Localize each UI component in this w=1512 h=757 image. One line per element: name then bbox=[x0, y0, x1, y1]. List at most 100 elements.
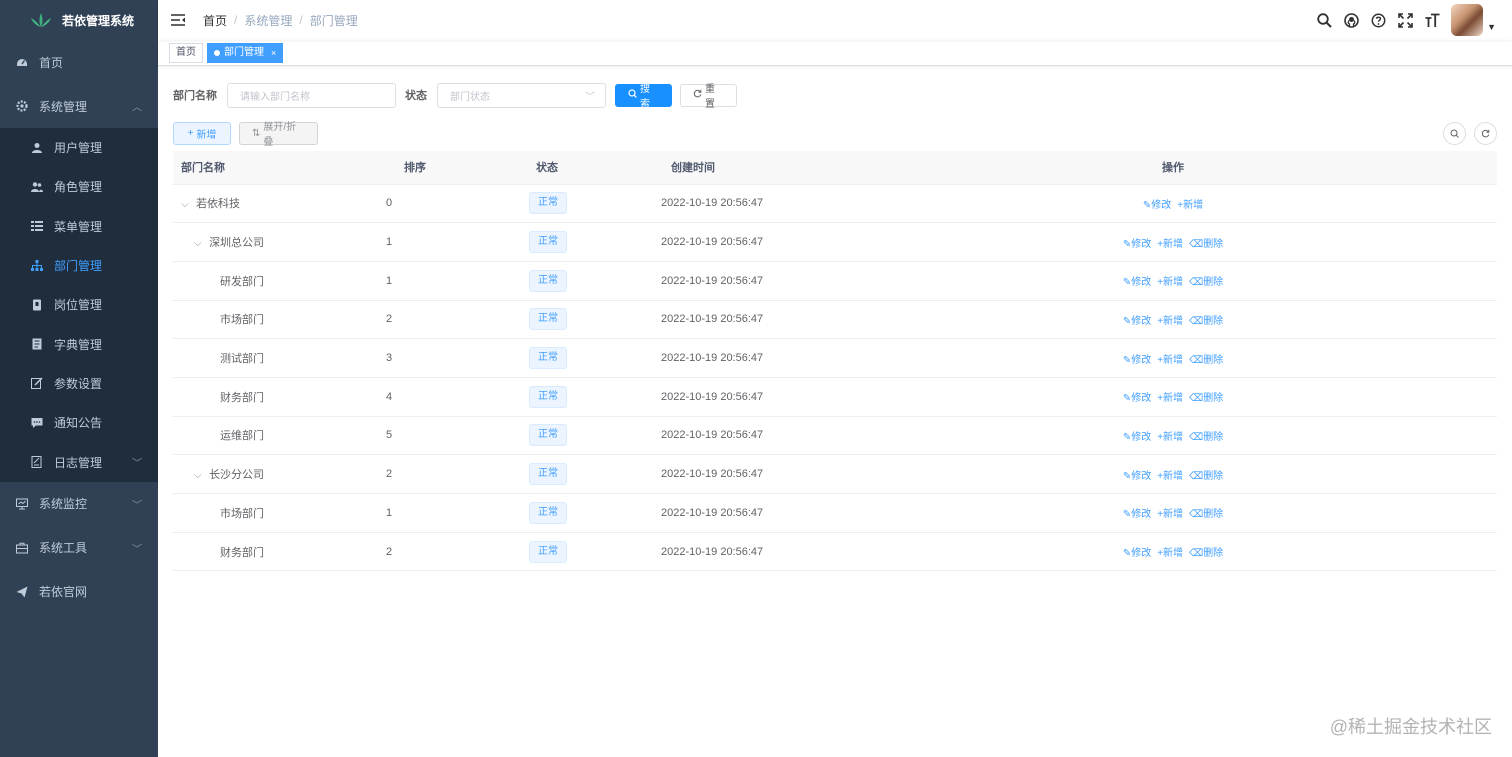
row-delete-button[interactable]: ⌫删除 bbox=[1189, 316, 1223, 327]
expand-arrow-icon[interactable]: ⌵ bbox=[194, 238, 206, 249]
sidebar-item-monitor[interactable]: 系统监控 ﹀ bbox=[0, 482, 158, 526]
close-icon[interactable]: × bbox=[271, 44, 276, 62]
table-row[interactable]: 测试部门 3 正常 2022-10-19 20:56:47 ✎修改 +新增 ⌫删除 bbox=[173, 338, 1497, 378]
row-delete-button[interactable]: ⌫删除 bbox=[1189, 471, 1223, 482]
row-delete-button[interactable]: ⌫删除 bbox=[1189, 509, 1223, 520]
table-row[interactable]: 市场部门 2 正常 2022-10-19 20:56:47 ✎修改 +新增 ⌫删除 bbox=[173, 300, 1497, 340]
row-add-button[interactable]: +新增 bbox=[1157, 355, 1183, 366]
row-add-button[interactable]: +新增 bbox=[1157, 509, 1183, 520]
search-button[interactable]: 搜索 bbox=[615, 83, 672, 110]
op-label: 新增 bbox=[1163, 238, 1184, 250]
expand-arrow-icon[interactable]: ⌵ bbox=[181, 199, 193, 210]
row-delete-button[interactable]: ⌫删除 bbox=[1189, 239, 1223, 250]
refresh-icon bbox=[1481, 129, 1490, 138]
reset-button[interactable]: 重置 bbox=[680, 83, 737, 110]
tag-dept[interactable]: 部门管理 × bbox=[207, 42, 284, 63]
add-button[interactable]: + 新增 bbox=[173, 121, 231, 145]
cell-status: 正常 bbox=[499, 261, 599, 301]
sidebar-item-notice[interactable]: 通知公告 bbox=[0, 403, 158, 442]
row-add-button[interactable]: +新增 bbox=[1157, 393, 1183, 404]
tag-home[interactable]: 首页 bbox=[169, 42, 203, 63]
row-add-button[interactable]: +新增 bbox=[1157, 239, 1183, 250]
github-icon[interactable] bbox=[1342, 11, 1360, 29]
row-edit-button[interactable]: ✎修改 bbox=[1123, 548, 1151, 559]
table-row[interactable]: 财务部门 2 正常 2022-10-19 20:56:47 ✎修改 +新增 ⌫删除 bbox=[173, 532, 1497, 572]
sidebar-item-roles[interactable]: 角色管理 bbox=[0, 167, 158, 206]
sidebar-item-tools[interactable]: 系统工具 ﹀ bbox=[0, 526, 158, 570]
table-body: ⌵ 若依科技 0 正常 2022-10-19 20:56:47 ✎修改 +新增 ⌵ 深圳总公… bbox=[173, 184, 1497, 572]
table-row[interactable]: 财务部门 4 正常 2022-10-19 20:56:47 ✎修改 +新增 ⌫删除 bbox=[173, 377, 1497, 417]
row-edit-button[interactable]: ✎修改 bbox=[1123, 355, 1151, 366]
sidebar-item-system[interactable]: 系统管理 ︿ bbox=[0, 84, 158, 128]
dept-name: 长沙分公司 bbox=[209, 469, 265, 482]
caret-down-icon[interactable]: ▼ bbox=[1487, 22, 1496, 32]
row-edit-button[interactable]: ✎修改 bbox=[1143, 200, 1171, 211]
status-badge: 正常 bbox=[529, 347, 567, 370]
toggle-search-button[interactable] bbox=[1443, 122, 1466, 145]
sidebar-item-dict[interactable]: 字典管理 bbox=[0, 324, 158, 363]
table-row[interactable]: 市场部门 1 正常 2022-10-19 20:56:47 ✎修改 +新增 ⌫删除 bbox=[173, 493, 1497, 533]
row-delete-button[interactable]: ⌫删除 bbox=[1189, 393, 1223, 404]
refresh-button[interactable] bbox=[1474, 122, 1497, 145]
logo[interactable]: 若依管理系统 bbox=[0, 0, 158, 40]
row-delete-button[interactable]: ⌫删除 bbox=[1189, 277, 1223, 288]
table-row[interactable]: ⌵ 长沙分公司 2 正常 2022-10-19 20:56:47 ✎修改 +新增 ⌫删除 bbox=[173, 454, 1497, 494]
row-edit-button[interactable]: ✎修改 bbox=[1123, 393, 1151, 404]
cell-status: 正常 bbox=[499, 454, 599, 494]
sidebar-item-logs[interactable]: 日志管理 ﹀ bbox=[0, 442, 158, 481]
row-add-button[interactable]: +新增 bbox=[1157, 548, 1183, 559]
op-label: 修改 bbox=[1151, 199, 1172, 211]
row-delete-button[interactable]: ⌫删除 bbox=[1189, 548, 1223, 559]
breadcrumb-home[interactable]: 首页 bbox=[203, 12, 227, 29]
font-size-icon[interactable] bbox=[1423, 11, 1441, 29]
row-add-button[interactable]: +新增 bbox=[1177, 200, 1203, 211]
sidebar-item-posts[interactable]: 岗位管理 bbox=[0, 285, 158, 324]
fullscreen-icon[interactable] bbox=[1396, 11, 1414, 29]
search-icon[interactable] bbox=[1315, 11, 1333, 29]
cell-sort: 2 bbox=[379, 300, 499, 340]
dept-name-input[interactable]: 请输入部门名称 bbox=[227, 82, 396, 108]
avatar[interactable] bbox=[1451, 4, 1484, 36]
cell-name: ⌵ 若依科技 bbox=[173, 184, 379, 224]
sidebar-item-depts[interactable]: 部门管理 bbox=[0, 246, 158, 285]
row-edit-button[interactable]: ✎修改 bbox=[1123, 471, 1151, 482]
row-edit-button[interactable]: ✎修改 bbox=[1123, 239, 1151, 250]
status-placeholder: 部门状态 bbox=[450, 91, 490, 103]
table-row[interactable]: ⌵ 深圳总公司 1 正常 2022-10-19 20:56:47 ✎修改 +新增 ⌫删除 bbox=[173, 222, 1497, 262]
dept-name: 若依科技 bbox=[196, 198, 241, 211]
expand-arrow-icon[interactable]: ⌵ bbox=[194, 470, 206, 481]
question-icon[interactable] bbox=[1369, 11, 1387, 29]
cell-sort: 1 bbox=[379, 261, 499, 301]
row-edit-button[interactable]: ✎修改 bbox=[1123, 277, 1151, 288]
table-row[interactable]: 研发部门 1 正常 2022-10-19 20:56:47 ✎修改 +新增 ⌫删除 bbox=[173, 261, 1497, 301]
sidebar-item-users[interactable]: 用户管理 bbox=[0, 128, 158, 167]
expand-collapse-button[interactable]: ⇅ 展开/折叠 bbox=[239, 121, 318, 148]
message-icon bbox=[31, 417, 43, 429]
row-edit-button[interactable]: ✎修改 bbox=[1123, 432, 1151, 443]
tag-label: 部门管理 bbox=[224, 46, 264, 58]
status-select[interactable]: 部门状态 ﹀ bbox=[437, 82, 606, 108]
table-row[interactable]: ⌵ 若依科技 0 正常 2022-10-19 20:56:47 ✎修改 +新增 bbox=[173, 184, 1497, 224]
row-delete-button[interactable]: ⌫删除 bbox=[1189, 432, 1223, 443]
cell-name: 市场部门 bbox=[173, 300, 379, 340]
cell-name: ⌵ 深圳总公司 bbox=[173, 222, 379, 262]
chevron-down-icon: ﹀ bbox=[132, 544, 142, 556]
delete-icon: ⌫ bbox=[1189, 277, 1204, 289]
sidebar-item-website[interactable]: 若依官网 bbox=[0, 570, 158, 614]
sidebar-item-home[interactable]: 首页 bbox=[0, 40, 158, 84]
create-time: 2022-10-19 20:56:47 bbox=[661, 274, 764, 287]
op-label: 删除 bbox=[1203, 238, 1224, 250]
row-add-button[interactable]: +新增 bbox=[1157, 316, 1183, 327]
table-row[interactable]: 运维部门 5 正常 2022-10-19 20:56:47 ✎修改 +新增 ⌫删除 bbox=[173, 416, 1497, 456]
row-add-button[interactable]: +新增 bbox=[1157, 471, 1183, 482]
dept-name: 研发部门 bbox=[220, 275, 264, 288]
row-add-button[interactable]: +新增 bbox=[1157, 277, 1183, 288]
op-label: 修改 bbox=[1131, 354, 1152, 366]
row-edit-button[interactable]: ✎修改 bbox=[1123, 509, 1151, 520]
row-add-button[interactable]: +新增 bbox=[1157, 432, 1183, 443]
sidebar-item-config[interactable]: 参数设置 bbox=[0, 364, 158, 403]
hamburger-icon[interactable] bbox=[171, 14, 185, 26]
sidebar-item-menus[interactable]: 菜单管理 bbox=[0, 207, 158, 246]
row-delete-button[interactable]: ⌫删除 bbox=[1189, 355, 1223, 366]
row-edit-button[interactable]: ✎修改 bbox=[1123, 316, 1151, 327]
